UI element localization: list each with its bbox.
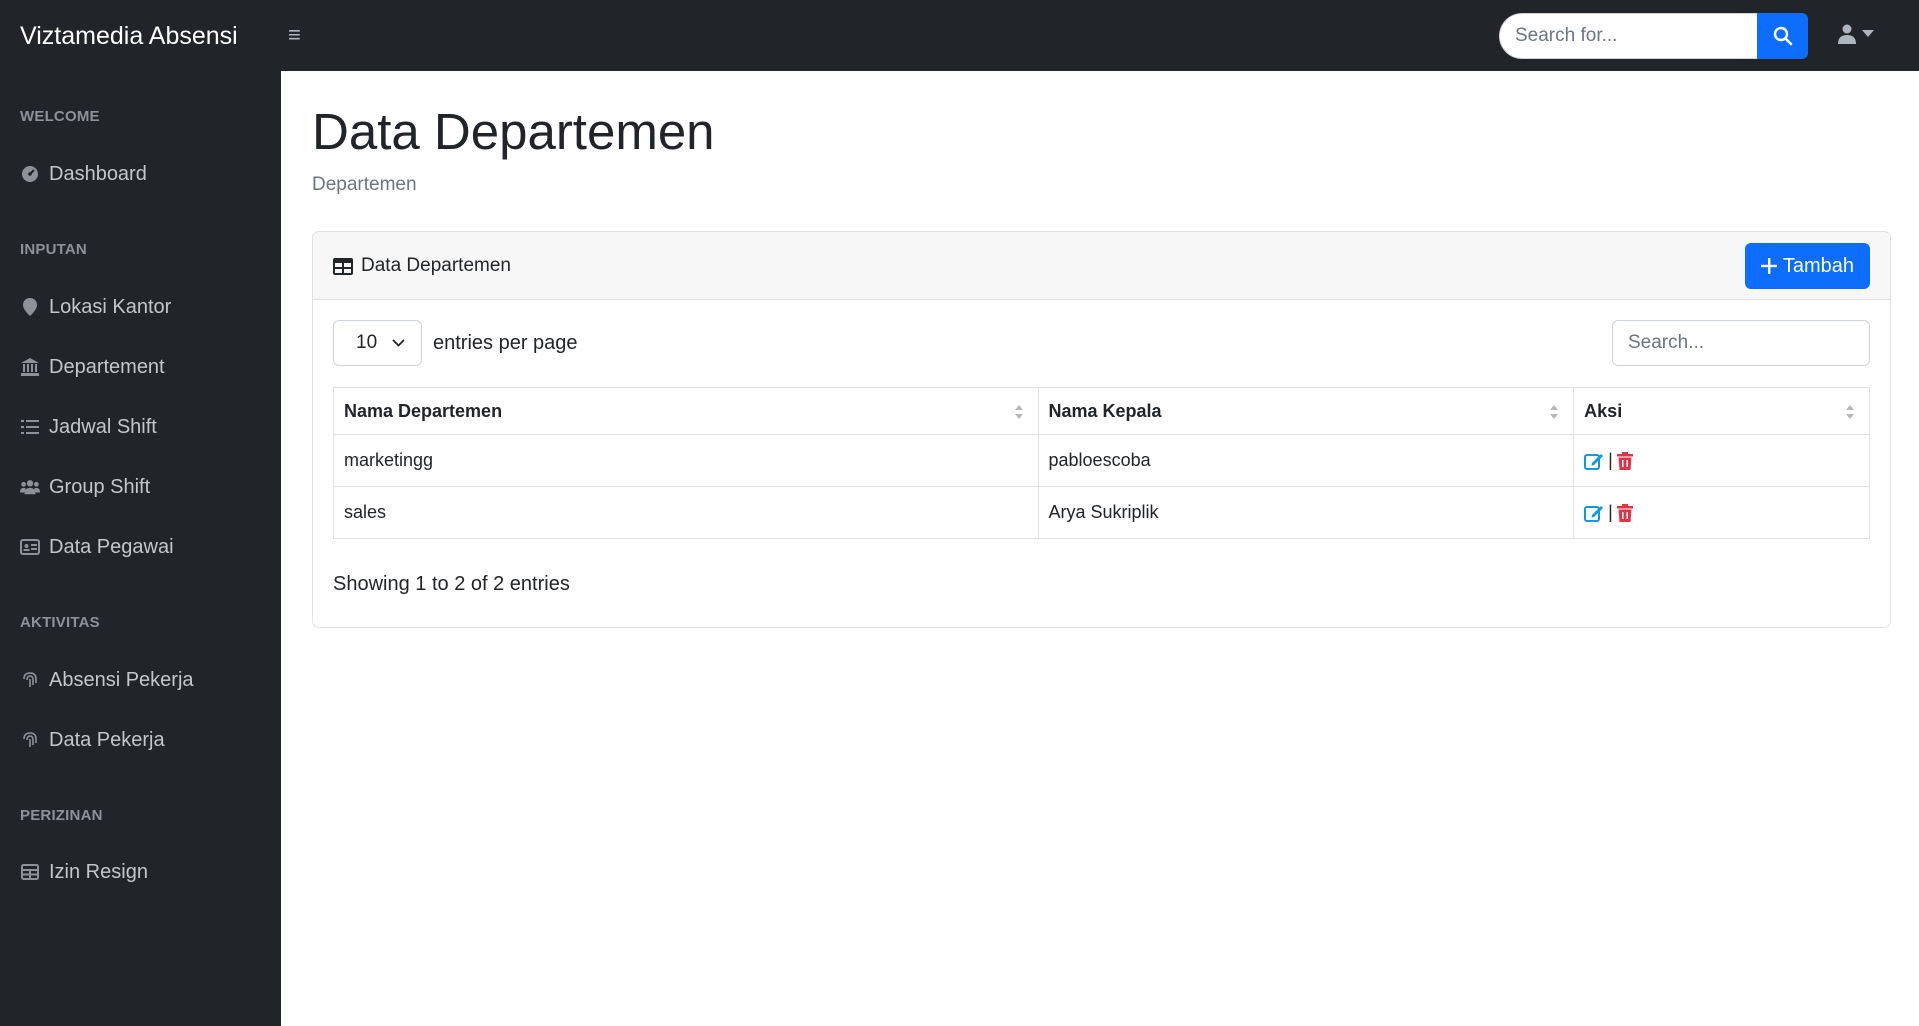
row-actions: |: [1584, 450, 1859, 471]
main-content: Data Departemen Departemen Data Departem…: [281, 71, 1919, 1026]
edit-icon[interactable]: [1584, 451, 1604, 471]
user-menu[interactable]: [1838, 24, 1874, 44]
sidebar-heading-aktivitas: AKTIVITAS: [20, 614, 100, 631]
column-header-label: Aksi: [1584, 400, 1623, 421]
fingerprint-icon: [20, 730, 40, 750]
sidebar-heading-inputan: INPUTAN: [20, 241, 87, 258]
table-info: Showing 1 to 2 of 2 entries: [333, 573, 570, 595]
cell-aksi: |: [1573, 434, 1870, 487]
page-length-label: entries per page: [433, 332, 578, 354]
bank-icon: [20, 357, 40, 377]
sidebar-item-izin-resign[interactable]: Izin Resign: [20, 857, 148, 887]
cell-aksi: |: [1573, 486, 1870, 539]
page-title: Data Departemen: [312, 103, 715, 160]
sidebar-item-label: Lokasi Kantor: [49, 295, 172, 318]
top-search-group: [1499, 13, 1808, 59]
trash-icon[interactable]: [1616, 503, 1633, 522]
sidebar-item-group-shift[interactable]: Group Shift: [20, 472, 150, 502]
sidebar-item-absensi-pekerja[interactable]: Absensi Pekerja: [20, 665, 194, 695]
page-length-select[interactable]: 10: [333, 320, 422, 366]
page-length-value: 10: [356, 332, 378, 353]
sidebar-item-data-pegawai[interactable]: Data Pegawai: [20, 532, 174, 562]
card-header: Data Departemen Tambah: [313, 232, 1890, 300]
dashboard-icon: [20, 164, 40, 184]
sidebar-item-label: Izin Resign: [49, 860, 148, 883]
departemen-table: Nama Departemen Nama Kepala Aksi marketi…: [333, 387, 1870, 539]
users-icon: [20, 477, 40, 497]
cell-nama-departemen: marketingg: [333, 434, 1039, 487]
table-header-row: Nama Departemen Nama Kepala Aksi: [333, 387, 1870, 435]
search-icon: [1773, 26, 1792, 46]
chevron-down-icon: [392, 339, 405, 347]
plus-icon: [1760, 258, 1777, 274]
sidebar-item-data-pekerja[interactable]: Data Pekerja: [20, 725, 165, 755]
sort-icon: [1846, 405, 1854, 419]
sidebar-item-label: Group Shift: [49, 475, 151, 498]
card-title: Data Departemen: [333, 255, 511, 277]
card-title-text: Data Departemen: [361, 255, 511, 276]
sidebar-item-dashboard[interactable]: Dashboard: [20, 159, 147, 189]
tambah-button[interactable]: Tambah: [1744, 243, 1870, 289]
edit-icon[interactable]: [1584, 503, 1604, 523]
id-card-icon: [20, 537, 40, 557]
cell-nama-kepala: pabloescoba: [1037, 434, 1575, 487]
action-separator: |: [1608, 502, 1613, 522]
table-icon: [20, 862, 40, 882]
sidebar-item-label: Data Pegawai: [49, 535, 174, 558]
map-pin-icon: [20, 297, 40, 317]
sidebar-item-jadwal-shift[interactable]: Jadwal Shift: [20, 412, 157, 442]
table-row: marketingg pabloescoba |: [333, 434, 1870, 487]
table-icon: [333, 257, 353, 275]
column-header-nama-kepala[interactable]: Nama Kepala: [1037, 387, 1575, 435]
sort-icon: [1550, 405, 1559, 419]
column-header-aksi[interactable]: Aksi: [1573, 387, 1870, 435]
tambah-button-label: Tambah: [1782, 254, 1854, 277]
table-row: sales Arya Sukriplik |: [333, 486, 1870, 539]
top-search-button[interactable]: [1757, 13, 1808, 59]
sidebar-heading-perizinan: PERIZINAN: [20, 807, 103, 824]
caret-down-icon: [1862, 30, 1874, 37]
trash-icon[interactable]: [1616, 451, 1633, 470]
sidebar-item-lokasi-kantor[interactable]: Lokasi Kantor: [20, 292, 171, 322]
breadcrumb: Departemen: [312, 174, 417, 195]
cell-nama-departemen: sales: [333, 486, 1039, 539]
sidebar-item-departement[interactable]: Departement: [20, 352, 165, 382]
table-search-input[interactable]: [1612, 320, 1870, 366]
column-header-label: Nama Kepala: [1048, 400, 1162, 421]
sidebar-toggle-icon[interactable]: ≡: [288, 24, 310, 46]
sidebar-item-label: Jadwal Shift: [49, 415, 157, 438]
action-separator: |: [1608, 450, 1613, 470]
column-header-label: Nama Departemen: [344, 400, 503, 421]
column-header-nama-departemen[interactable]: Nama Departemen: [333, 387, 1039, 435]
top-navbar: Viztamedia Absensi ≡: [0, 0, 1919, 71]
top-search-input[interactable]: [1499, 13, 1757, 59]
list-icon: [20, 417, 40, 437]
cell-nama-kepala: Arya Sukriplik: [1037, 486, 1575, 539]
user-icon: [1838, 24, 1856, 44]
sidebar-item-label: Absensi Pekerja: [49, 668, 194, 691]
sidebar-item-label: Departement: [49, 355, 165, 378]
sidebar-item-label: Data Pekerja: [49, 728, 165, 751]
brand-title[interactable]: Viztamedia Absensi: [20, 20, 238, 52]
sort-icon: [1014, 405, 1023, 419]
fingerprint-icon: [20, 670, 40, 690]
sidebar: WELCOME Dashboard INPUTAN Lokasi Kantor …: [0, 71, 281, 1026]
sidebar-heading-welcome: WELCOME: [20, 108, 100, 125]
departemen-card: Data Departemen Tambah 10 entries per pa…: [312, 231, 1891, 628]
row-actions: |: [1584, 502, 1859, 523]
sidebar-item-label: Dashboard: [49, 162, 147, 185]
